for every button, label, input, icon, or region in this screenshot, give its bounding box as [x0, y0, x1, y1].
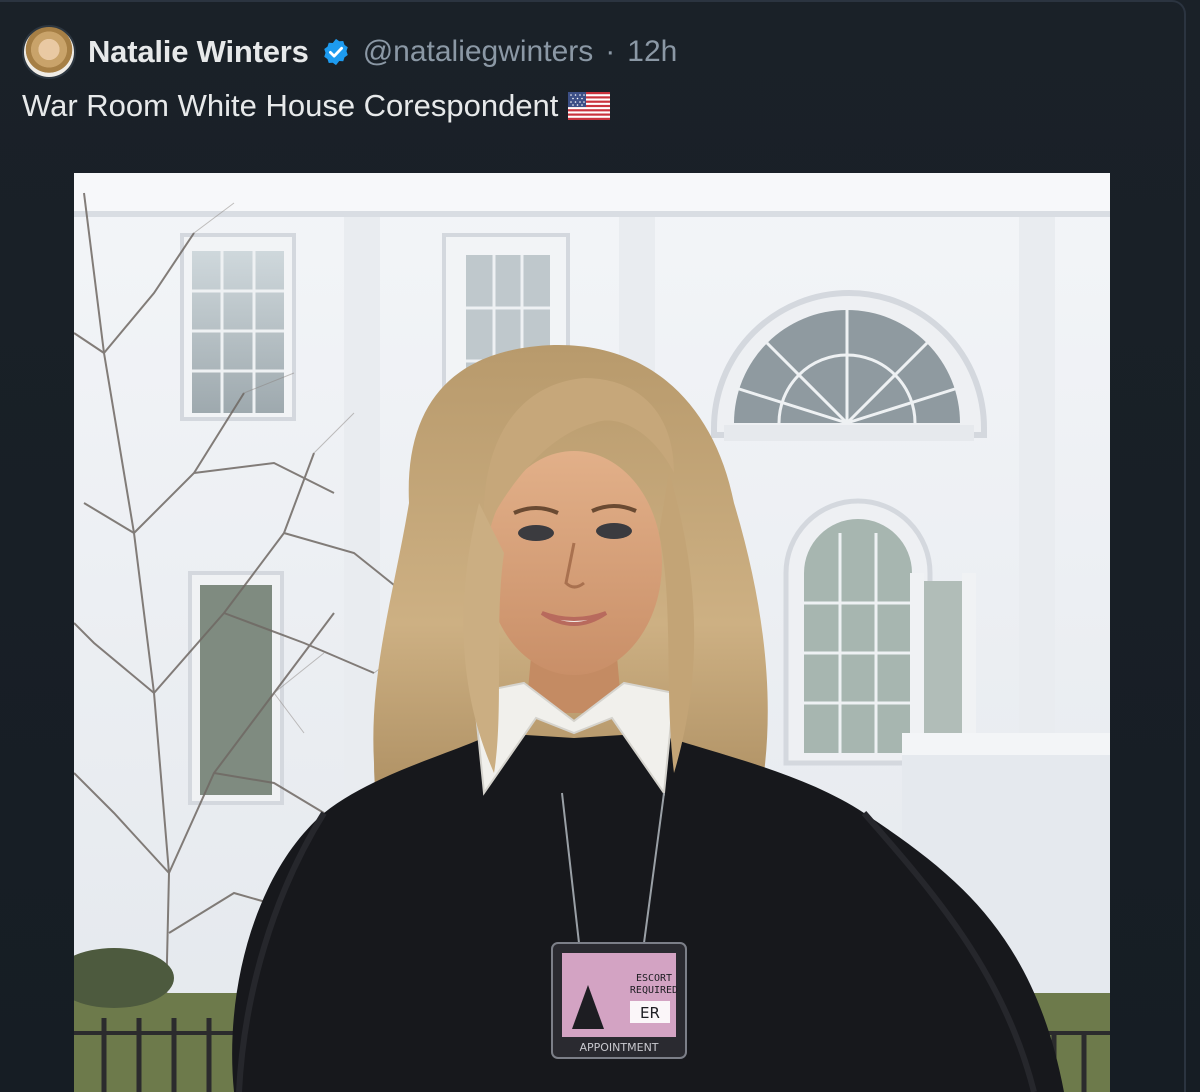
meta-separator: ·: [605, 35, 616, 68]
press-badge: ESCORT REQUIRED ER APPOINTMENT: [551, 942, 687, 1059]
badge-letters: ER: [640, 1004, 660, 1022]
tweet-photo[interactable]: ESCORT REQUIRED ER APPOINTMENT: [74, 173, 1110, 1092]
eye-left: [518, 525, 554, 541]
avatar[interactable]: [22, 25, 76, 79]
photo-scene: ESCORT REQUIRED ER APPOINTMENT: [74, 173, 1110, 1092]
badge-line-2: REQUIRED: [630, 985, 678, 996]
post-time[interactable]: 12h: [627, 35, 677, 69]
us-flag-icon: [568, 92, 611, 120]
tweet-body: War Room White House Corespondent: [22, 88, 611, 124]
verified-badge-icon[interactable]: [321, 37, 351, 67]
tweet-header: Natalie Winters @nataliegwinters · 12h: [22, 24, 677, 80]
window-left-lower: [188, 571, 284, 805]
badge-bottom: APPOINTMENT: [579, 1041, 658, 1054]
badge-line-1: ESCORT: [636, 973, 672, 984]
window-left-upper: [180, 233, 296, 421]
tweet-text: War Room White House Corespondent: [22, 88, 559, 123]
eye-right: [596, 523, 632, 539]
tweet-frame: Natalie Winters @nataliegwinters · 12h W…: [0, 0, 1200, 1092]
author-handle[interactable]: @nataliegwinters: [363, 35, 594, 69]
author-name[interactable]: Natalie Winters: [88, 34, 309, 70]
